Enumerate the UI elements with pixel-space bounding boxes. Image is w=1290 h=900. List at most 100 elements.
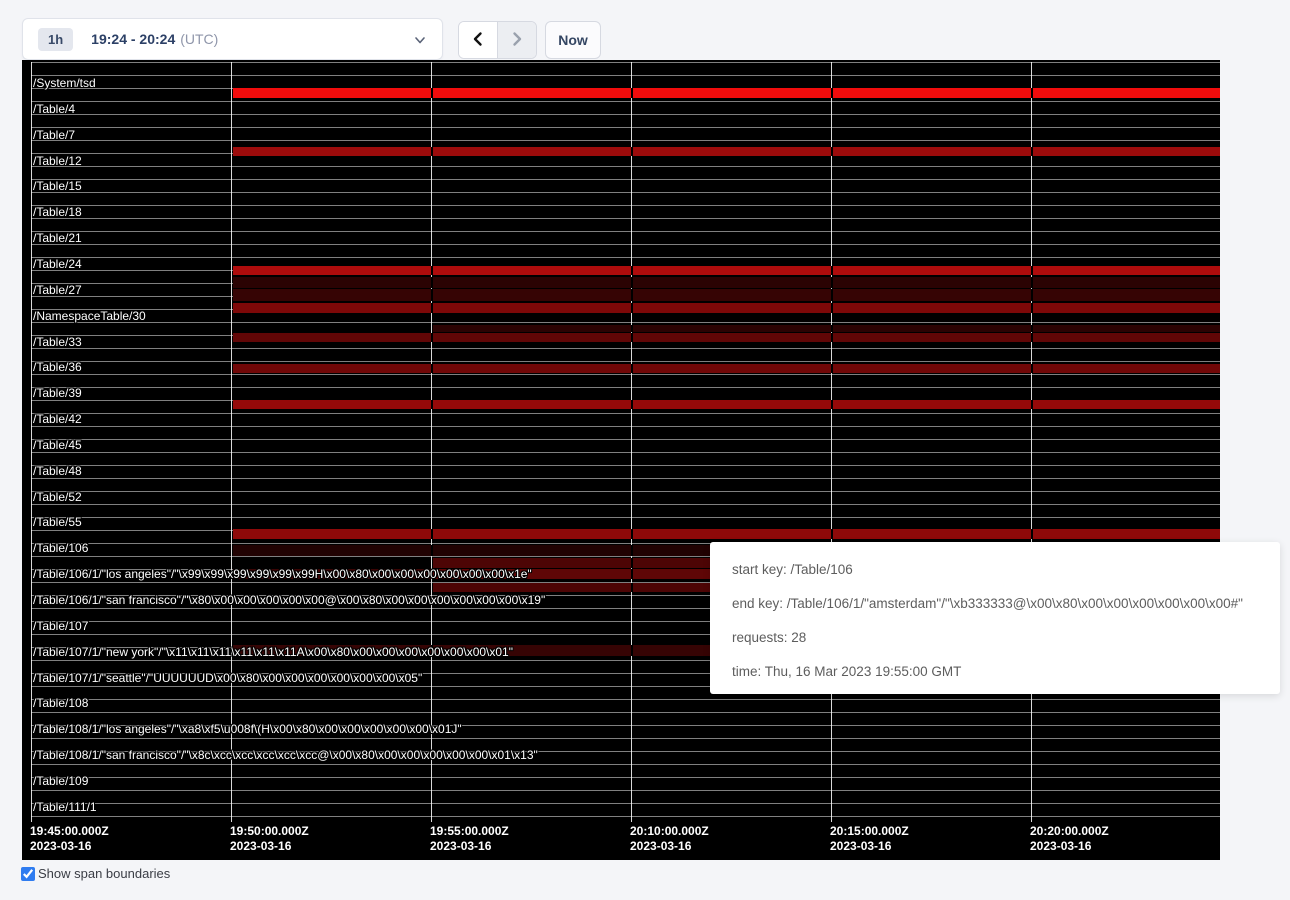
- x-axis-date-label: 2023-03-16: [1030, 839, 1091, 853]
- band-column-gap: [631, 147, 633, 156]
- prev-interval-button[interactable]: [459, 22, 497, 58]
- band-column-gap: [1031, 289, 1033, 301]
- span-boundary-line: [31, 322, 1220, 323]
- span-key-label: /Table/48: [33, 464, 82, 478]
- span-boundary-line: [31, 205, 1220, 206]
- span-boundary-line: [31, 491, 1220, 492]
- span-key-label: /Table/106/1/"san francisco"/"\x80\x00\x…: [33, 593, 545, 607]
- span-boundary-line: [31, 374, 1220, 375]
- band-column-gap: [631, 303, 633, 313]
- tooltip-end-key: end key: /Table/106/1/"amsterdam"/"\xb33…: [732, 594, 1280, 628]
- span-boundary-line: [31, 192, 1220, 193]
- x-axis-date-label: 2023-03-16: [230, 839, 291, 853]
- span-key-label: /Table/52: [33, 490, 82, 504]
- span-boundary-line: [31, 699, 1220, 700]
- span-boundary-line: [31, 257, 1220, 258]
- span-boundary-line: [31, 803, 1220, 804]
- heat-band: [233, 88, 1220, 98]
- span-boundary-line: [31, 179, 1220, 180]
- band-column-gap: [831, 147, 833, 156]
- band-column-gap: [1031, 266, 1033, 275]
- heat-band: [233, 277, 1220, 288]
- time-range-select[interactable]: 1h 19:24 - 20:24 (UTC): [22, 18, 443, 60]
- band-column-gap: [431, 88, 433, 98]
- band-column-gap: [431, 333, 433, 342]
- tooltip-start-key: start key: /Table/106: [732, 560, 1280, 594]
- time-gridline: [831, 62, 832, 822]
- span-boundary-line: [31, 231, 1220, 232]
- span-key-label: /Table/108/1/"los angeles"/"\xa8\xf5\u00…: [33, 722, 462, 736]
- heat-band: [233, 364, 1220, 373]
- x-axis-time-label: 19:45:00.000Z: [30, 824, 109, 838]
- band-column-gap: [431, 529, 433, 539]
- band-column-gap: [831, 400, 833, 409]
- band-column-gap: [631, 266, 633, 275]
- band-column-gap: [831, 303, 833, 313]
- span-key-label: /Table/107/1/"new york"/"\x11\x11\x11\x1…: [33, 645, 513, 659]
- band-column-gap: [631, 583, 633, 592]
- heat-band: [233, 147, 1220, 156]
- heat-band: [433, 325, 1220, 332]
- chevron-down-icon: [414, 33, 426, 51]
- span-boundary-line: [31, 426, 1220, 427]
- x-axis-time-label: 20:10:00.000Z: [630, 824, 709, 838]
- span-key-label: /Table/27: [33, 283, 82, 297]
- span-boundary-line: [31, 244, 1220, 245]
- span-key-label: /Table/18: [33, 205, 82, 219]
- span-boundary-line: [31, 387, 1220, 388]
- next-interval-button[interactable]: [498, 22, 536, 58]
- span-boundary-line: [31, 101, 1220, 102]
- heat-band: [233, 529, 1220, 539]
- span-boundary-line: [31, 764, 1220, 765]
- band-column-gap: [631, 277, 633, 288]
- x-axis-time-label: 20:15:00.000Z: [830, 824, 909, 838]
- band-column-gap: [431, 545, 433, 556]
- chevron-right-icon: [510, 31, 524, 50]
- time-gridline: [631, 62, 632, 822]
- span-key-label: /Table/106: [33, 541, 88, 555]
- span-boundary-line: [31, 361, 1220, 362]
- x-axis-time-label: 19:55:00.000Z: [430, 824, 509, 838]
- band-column-gap: [431, 147, 433, 156]
- tooltip-time: time: Thu, 16 Mar 2023 19:55:00 GMT: [732, 662, 1280, 696]
- band-column-gap: [1031, 303, 1033, 313]
- span-boundary-line: [31, 348, 1220, 349]
- heat-band: [233, 400, 1220, 409]
- span-key-label: /Table/111/1: [33, 800, 97, 814]
- span-boundary-line: [31, 62, 1220, 63]
- span-key-label: /Table/24: [33, 257, 82, 271]
- span-boundary-line: [31, 114, 1220, 115]
- x-axis-time-label: 19:50:00.000Z: [230, 824, 309, 838]
- span-key-label: /Table/42: [33, 412, 82, 426]
- time-gridline: [431, 62, 432, 822]
- key-visualizer-heatmap[interactable]: start key: /Table/106 end key: /Table/10…: [22, 60, 1220, 860]
- now-button[interactable]: Now: [545, 21, 601, 59]
- span-key-label: /Table/36: [33, 360, 82, 374]
- band-column-gap: [431, 277, 433, 288]
- span-key-label: /Table/4: [33, 102, 75, 116]
- span-key-label: /NamespaceTable/30: [33, 309, 146, 323]
- band-column-gap: [1031, 88, 1033, 98]
- time-nav-group: [458, 21, 537, 59]
- hover-tooltip: start key: /Table/106 end key: /Table/10…: [710, 542, 1280, 694]
- span-key-label: /Table/7: [33, 128, 75, 142]
- band-column-gap: [831, 333, 833, 342]
- span-key-label: /System/tsd: [33, 76, 96, 90]
- band-column-gap: [431, 266, 433, 275]
- time-range-badge: 1h: [38, 28, 73, 51]
- band-column-gap: [831, 266, 833, 275]
- show-span-boundaries-checkbox[interactable]: [21, 867, 35, 881]
- span-boundary-line: [31, 140, 1220, 141]
- show-span-boundaries-toggle[interactable]: Show span boundaries: [21, 866, 170, 881]
- band-column-gap: [1031, 333, 1033, 342]
- span-key-label: /Table/107/1/"seattle"/"UUUUUUD\x00\x80\…: [33, 671, 422, 685]
- band-column-gap: [1031, 325, 1033, 332]
- band-column-gap: [631, 545, 633, 556]
- time-gridline: [1031, 62, 1032, 822]
- time-gridline: [31, 62, 32, 822]
- band-column-gap: [831, 277, 833, 288]
- span-key-label: /Table/108/1/"san francisco"/"\x8c\xcc\x…: [33, 748, 538, 762]
- band-column-gap: [631, 558, 633, 568]
- span-boundary-line: [31, 777, 1220, 778]
- span-key-label: /Table/12: [33, 154, 82, 168]
